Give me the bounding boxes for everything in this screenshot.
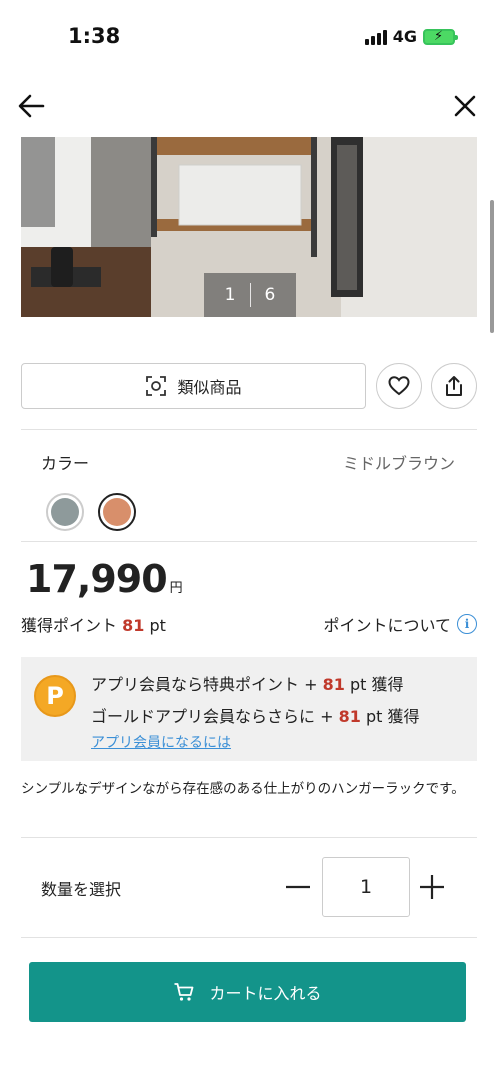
promo-line1-suffix: pt 獲得 xyxy=(349,675,404,694)
back-button[interactable] xyxy=(16,90,48,122)
battery-charging-icon: ⚡ xyxy=(423,28,458,45)
favorite-button[interactable] xyxy=(376,363,422,409)
promo-line2-prefix: ゴールドアプリ会員ならさらに + xyxy=(91,707,334,726)
price-amount: 17,990 xyxy=(26,557,168,601)
divider xyxy=(21,837,477,838)
promo-line1-prefix: アプリ会員なら特典ポイント + xyxy=(91,675,318,694)
plus-icon xyxy=(420,875,444,899)
heart-icon xyxy=(388,376,410,396)
selected-color-name: ミドルブラウン xyxy=(342,454,455,473)
image-counter-current: 1 xyxy=(224,285,236,305)
divider xyxy=(21,541,477,542)
quantity-input[interactable]: 1 xyxy=(322,857,410,917)
color-label: カラー xyxy=(41,454,90,473)
quantity-increase-button[interactable] xyxy=(417,872,447,902)
promo-line2-value: 81 xyxy=(338,707,361,726)
image-counter-divider xyxy=(249,283,251,307)
status-bar: 1:38 4G ⚡ xyxy=(0,0,499,76)
add-to-cart-label: カートに入れる xyxy=(209,984,322,1003)
color-swatch-gray[interactable] xyxy=(46,493,84,531)
promo-line2-suffix: pt 獲得 xyxy=(365,707,420,726)
quantity-label: 数量を選択 xyxy=(41,880,122,899)
promo-line1-value: 81 xyxy=(322,675,345,694)
product-image-gallery[interactable]: 1 6 xyxy=(21,137,477,317)
earned-points: 獲得ポイント 81 pt xyxy=(21,612,166,636)
status-time: 1:38 xyxy=(68,24,121,48)
arrow-left-icon xyxy=(18,94,45,118)
close-button[interactable] xyxy=(449,90,481,122)
close-icon xyxy=(454,95,476,117)
image-counter-total: 6 xyxy=(264,285,276,305)
promo-line-gold-member: ゴールドアプリ会員ならさらに + 81 pt 獲得 xyxy=(91,703,419,727)
app-member-promo: P アプリ会員なら特典ポイント + 81 pt 獲得 ゴールドアプリ会員ならさら… xyxy=(21,657,477,761)
earned-points-value: 81 xyxy=(122,616,145,635)
info-icon: i xyxy=(457,614,477,634)
scrollbar[interactable] xyxy=(490,200,494,333)
point-badge-icon: P xyxy=(34,675,76,717)
color-swatch-middle-brown[interactable] xyxy=(98,493,136,531)
add-to-cart-button[interactable]: カートに入れる xyxy=(29,962,466,1022)
visual-search-icon xyxy=(146,376,167,396)
points-about-link[interactable]: ポイントについて i xyxy=(323,612,477,636)
earned-points-label: 獲得ポイント xyxy=(21,616,118,635)
top-nav xyxy=(0,86,499,126)
cart-icon xyxy=(174,983,194,1001)
product-description: シンプルなデザインながら存在感のある仕上がりのハンガーラックです。 xyxy=(21,781,465,797)
similar-items-button[interactable]: 類似商品 xyxy=(21,363,366,409)
price: 17,990 円 xyxy=(26,557,183,601)
share-button[interactable] xyxy=(431,363,477,409)
price-currency: 円 xyxy=(169,581,183,596)
similar-items-label: 類似商品 xyxy=(177,378,242,397)
status-indicators: 4G ⚡ xyxy=(364,27,458,46)
become-app-member-link[interactable]: アプリ会員になるには xyxy=(91,732,231,752)
points-about-label: ポイントについて xyxy=(323,616,451,635)
earned-points-unit: pt xyxy=(149,616,166,635)
image-counter: 1 6 xyxy=(204,273,296,317)
minus-icon xyxy=(286,885,310,889)
promo-line-app-member: アプリ会員なら特典ポイント + 81 pt 獲得 xyxy=(91,671,403,695)
network-label: 4G xyxy=(392,27,417,46)
share-icon xyxy=(446,376,462,396)
quantity-decrease-button[interactable] xyxy=(283,872,313,902)
divider xyxy=(21,429,477,430)
signal-icon xyxy=(364,29,387,45)
divider xyxy=(21,937,477,938)
